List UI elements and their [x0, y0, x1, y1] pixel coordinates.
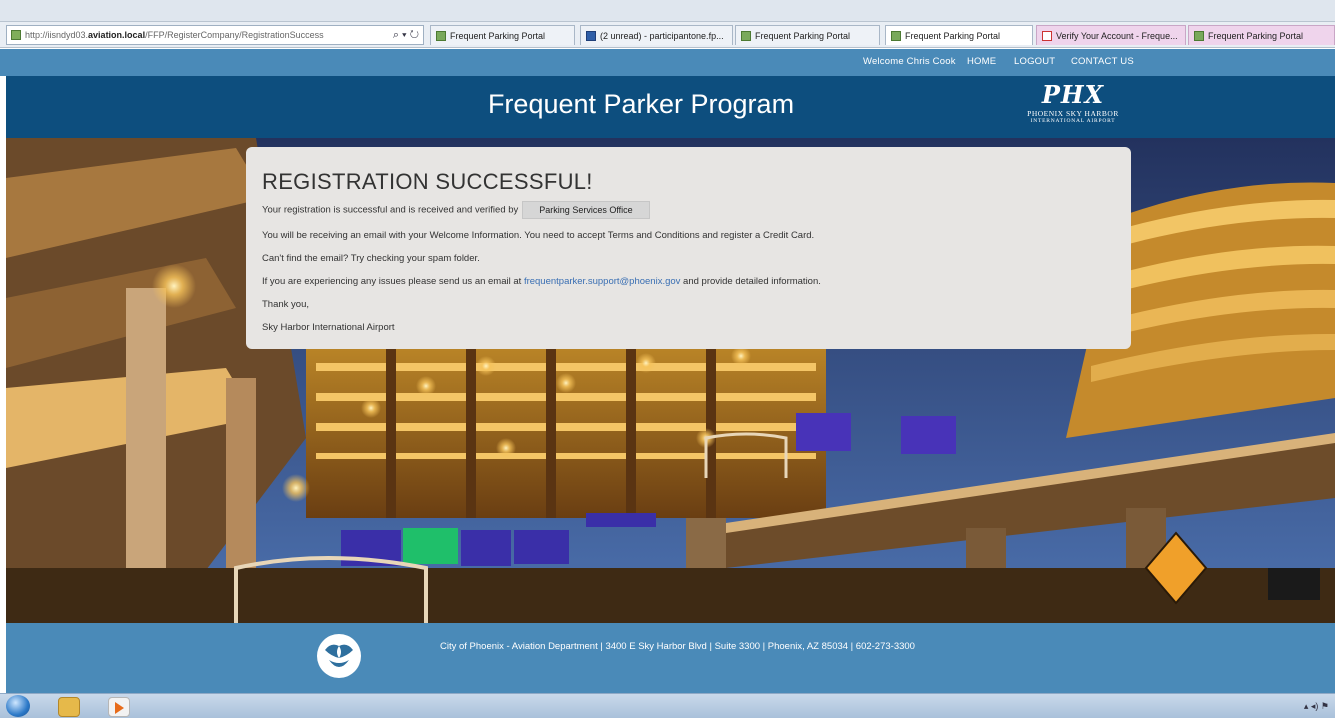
success-heading: REGISTRATION SUCCESSFUL! [262, 169, 593, 194]
phoenix-bird-icon [317, 634, 361, 678]
nav-contact-link[interactable]: CONTACT US [1071, 56, 1134, 67]
browser-tab[interactable]: (2 unread) - participantone.fp... [580, 25, 733, 45]
mail-icon [586, 30, 596, 41]
site-footer: City of Phoenix - Aviation Department | … [6, 623, 1335, 693]
page-icon [1194, 30, 1204, 41]
success-line-4: If you are experiencing any issues pleas… [262, 276, 821, 287]
site-header: Frequent Parker Program PHX PHOENIX SKY … [6, 76, 1335, 138]
success-line-3: Can't find the email? Try checking your … [262, 253, 480, 264]
nav-home-link[interactable]: HOME [967, 56, 996, 67]
system-tray[interactable]: ▴ ◂) ⚑ [1304, 701, 1329, 712]
start-button[interactable] [6, 695, 30, 717]
phx-logo[interactable]: PHX PHOENIX SKY HARBOR INTERNATIONAL AIR… [1013, 82, 1133, 132]
windows-taskbar: ▴ ◂) ⚑ [0, 693, 1335, 718]
browser-tab[interactable]: Frequent Parking Portal [1188, 25, 1335, 45]
browser-tab-active[interactable]: Frequent Parking Portal [885, 25, 1033, 45]
page-icon [436, 30, 446, 41]
support-email-link[interactable]: frequentparker.support@phoenix.gov [524, 276, 680, 287]
browser-title-bar [0, 0, 1335, 22]
nav-logout-link[interactable]: LOGOUT [1014, 56, 1055, 67]
signature-text: Sky Harbor International Airport [262, 322, 395, 333]
media-player-icon[interactable] [108, 697, 130, 717]
browser-tab[interactable]: Verify Your Account - Freque... [1036, 25, 1186, 45]
success-line-2: You will be receiving an email with your… [262, 230, 815, 241]
browser-tab[interactable]: Frequent Parking Portal [430, 25, 575, 45]
browser-tab-bar: http://iisndyd03.aviation.local/FFP/Regi… [0, 22, 1335, 48]
address-url[interactable]: http://iisndyd03.aviation.local/FFP/Regi… [25, 30, 387, 40]
file-explorer-icon[interactable] [58, 697, 80, 717]
browser-tab[interactable]: Frequent Parking Portal [735, 25, 880, 45]
success-line-1: Your registration is successful and is r… [262, 201, 1115, 219]
logo-mark: PHX [1041, 80, 1105, 109]
page-icon [741, 30, 751, 41]
footer-address: City of Phoenix - Aviation Department | … [440, 641, 915, 652]
registration-success-card: REGISTRATION SUCCESSFUL! Your registrati… [246, 147, 1131, 349]
welcome-text: Welcome Chris Cook [863, 56, 956, 67]
address-bar[interactable]: http://iisndyd03.aviation.local/FFP/Regi… [6, 25, 424, 45]
logo-line1: PHOENIX SKY HARBOR [1027, 109, 1119, 118]
page-icon [891, 30, 901, 41]
thank-you-text: Thank you, [262, 299, 309, 310]
search-refresh-icon[interactable]: ⌕ ▾ ↻ [393, 29, 419, 42]
logo-line2: INTERNATIONAL AIRPORT [1030, 118, 1116, 124]
page-icon [11, 30, 21, 40]
site-nav: Welcome Chris Cook HOME LOGOUT CONTACT U… [0, 49, 1335, 76]
verifier-badge: Parking Services Office [522, 201, 650, 219]
gmail-icon [1042, 30, 1052, 41]
